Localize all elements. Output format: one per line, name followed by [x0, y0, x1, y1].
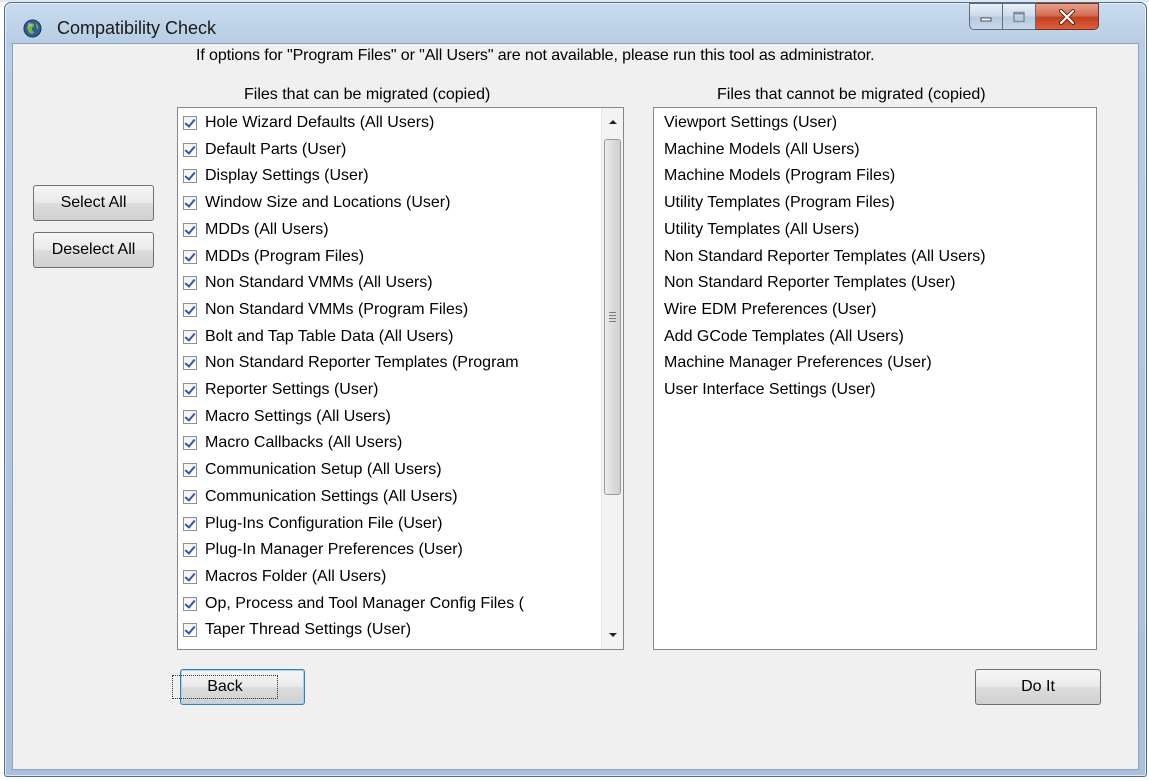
maximize-button[interactable] — [1003, 3, 1036, 30]
list-item[interactable]: Macro Settings (All Users) — [183, 404, 603, 430]
checkbox[interactable] — [183, 463, 197, 478]
checkbox[interactable] — [183, 596, 197, 611]
list-item-label: MDDs (All Users) — [205, 220, 329, 238]
checkbox[interactable] — [183, 302, 197, 317]
migratable-list-header: Files that can be migrated (copied) — [244, 86, 491, 103]
list-item[interactable]: Op, Process and Tool Manager Config File… — [183, 591, 603, 617]
list-item[interactable]: MDDs (Program Files) — [183, 244, 603, 270]
back-button[interactable]: Back — [172, 669, 305, 705]
migratable-files-list[interactable]: Hole Wizard Defaults (All Users) Default … — [177, 107, 624, 650]
minimize-icon — [980, 17, 992, 21]
globe-icon — [23, 19, 42, 38]
list-item-label: Non Standard VMMs (All Users) — [205, 274, 433, 292]
title-bar[interactable]: Compatibility Check — [5, 3, 1146, 43]
list-item-label: Bolt and Tap Table Data (All Users) — [205, 327, 454, 345]
list-item-label: Macro Callbacks (All Users) — [205, 434, 403, 452]
checkbox[interactable] — [183, 489, 197, 504]
list-item-label: Macros Folder (All Users) — [205, 567, 387, 585]
close-button[interactable] — [1036, 3, 1099, 30]
list-item-label: Plug-Ins Configuration File (User) — [205, 514, 443, 532]
list-item-label: Display Settings (User) — [205, 167, 369, 185]
list-item-label: Reporter Settings (User) — [205, 381, 379, 398]
list-item-label: Plug-In Manager Preferences (User) — [205, 541, 463, 559]
checkbox[interactable] — [183, 356, 197, 371]
checkbox[interactable] — [183, 329, 197, 344]
list-item[interactable]: Non Standard Reporter Templates (Program — [183, 350, 603, 376]
list-item[interactable]: Plug-Ins Configuration File (User) — [183, 511, 603, 537]
list-item[interactable]: Communication Setup (All Users) — [183, 457, 603, 483]
list-item-label: MDDs (Program Files) — [205, 247, 365, 265]
list-item[interactable]: Macros Folder (All Users) — [183, 564, 603, 590]
list-item[interactable]: Plug-In Manager Preferences (User) — [183, 537, 603, 563]
list-item[interactable]: Machine Manager Preferences (User) — [664, 350, 932, 376]
checkbox[interactable] — [183, 569, 197, 584]
list-item[interactable]: Utility Templates (All Users) — [664, 217, 859, 243]
list-item[interactable]: Machine Models (All Users) — [664, 137, 860, 163]
list-item[interactable]: Window Size and Locations (User) — [183, 190, 603, 216]
checkbox[interactable] — [183, 116, 197, 130]
list-item[interactable]: Bolt and Tap Table Data (All Users) — [183, 324, 603, 350]
checkbox[interactable] — [183, 436, 197, 451]
list-item-label: Non Standard VMMs (Program Files) — [205, 300, 469, 318]
list-item[interactable]: Default Parts (User) — [183, 137, 603, 163]
list-item[interactable]: Non Standard Reporter Templates (User) — [664, 270, 955, 296]
list-item[interactable]: Add GCode Templates (All Users) — [664, 324, 904, 350]
non-migratable-files-list[interactable]: Viewport Settings (User) Machine Models (… — [653, 107, 1097, 650]
list-item[interactable]: User Interface Settings (User) — [664, 377, 876, 403]
maximize-icon — [1013, 11, 1025, 22]
list-item[interactable]: Display Settings (User) — [183, 163, 603, 189]
list-item[interactable]: Viewport Settings (User) — [664, 110, 837, 136]
list-item-label: Window Size and Locations (User) — [205, 194, 451, 212]
scroll-down-button[interactable] — [602, 624, 623, 646]
checkbox[interactable] — [183, 169, 197, 184]
list-item-label: Taper Thread Settings (User) — [205, 621, 412, 639]
close-icon — [1059, 8, 1075, 25]
non-migratable-list-header: Files that cannot be migrated (copied) — [717, 86, 986, 103]
list-item-label: Default Parts (User) — [205, 140, 347, 158]
list-item[interactable]: Non Standard VMMs (All Users) — [183, 270, 603, 296]
admin-notice: If options for "Program Files" or "All U… — [196, 47, 875, 64]
list-item[interactable]: Machine Models (Program Files) — [664, 163, 895, 189]
list-item[interactable]: MDDs (All Users) — [183, 217, 603, 243]
list-item-label: Non Standard Reporter Templates (Program — [205, 354, 519, 372]
chevron-up-icon — [609, 120, 617, 124]
scroll-up-button[interactable] — [602, 111, 623, 133]
deselect-all-button[interactable]: Deselect All — [33, 232, 154, 268]
list-item[interactable]: Non Standard VMMs (Program Files) — [183, 297, 603, 323]
do-it-button[interactable]: Do It — [975, 669, 1101, 705]
minimize-button[interactable] — [969, 3, 1003, 30]
checkbox[interactable] — [183, 516, 197, 531]
list-item[interactable]: Reporter Settings (User) — [183, 377, 603, 403]
checkbox[interactable] — [183, 222, 197, 237]
back-button-label: Back — [172, 675, 278, 699]
list-item[interactable]: Non Standard Reporter Templates (All Use… — [664, 244, 986, 270]
list-item[interactable]: Communication Settings (All Users) — [183, 484, 603, 510]
checkbox[interactable] — [183, 623, 197, 638]
list-item[interactable]: Hole Wizard Defaults (All Users) — [183, 110, 603, 136]
select-all-button[interactable]: Select All — [33, 185, 154, 221]
checkbox[interactable] — [183, 249, 197, 264]
list-item-label: Communication Setup (All Users) — [205, 461, 442, 479]
window-title: Compatibility Check — [57, 18, 217, 38]
checkbox[interactable] — [183, 196, 197, 211]
checkbox[interactable] — [183, 276, 197, 291]
chevron-down-icon — [609, 633, 617, 637]
list-item[interactable]: Wire EDM Preferences (User) — [664, 297, 876, 323]
list-item[interactable]: Macro Callbacks (All Users) — [183, 430, 603, 456]
scroll-thumb[interactable] — [604, 139, 621, 495]
list-item[interactable]: Taper Thread Settings (User) — [183, 617, 603, 643]
checkbox[interactable] — [183, 409, 197, 424]
list-item-label: Hole Wizard Defaults (All Users) — [205, 114, 435, 131]
list-item[interactable]: Utility Templates (Program Files) — [664, 190, 895, 216]
checkbox[interactable] — [183, 383, 197, 397]
checkbox[interactable] — [183, 543, 197, 558]
list-item-label: Op, Process and Tool Manager Config File… — [205, 594, 524, 612]
vertical-scrollbar[interactable] — [601, 108, 623, 649]
checkbox[interactable] — [183, 142, 197, 157]
list-item-label: Communication Settings (All Users) — [205, 487, 458, 505]
list-item-label: Macro Settings (All Users) — [205, 407, 391, 425]
